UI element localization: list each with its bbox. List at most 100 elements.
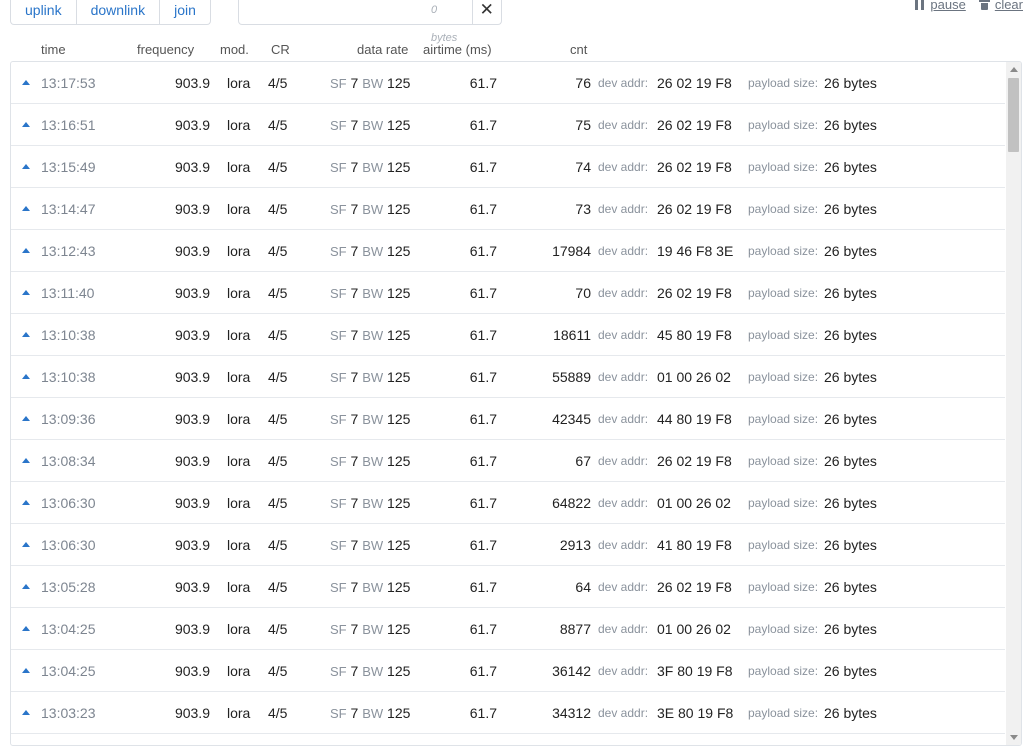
column-header-frequency: frequency <box>137 42 195 57</box>
row-modulation: lora <box>227 201 251 217</box>
payload-size-label: payload size: <box>748 244 819 258</box>
table-row[interactable]: 13:04:25 903.9 lora 4/5 SF 7 BW 125 61.7… <box>11 650 1005 692</box>
table-row[interactable]: 13:04:25 903.9 lora 4/5 SF 7 BW 125 61.7… <box>11 608 1005 650</box>
column-header-modulation: mod. <box>220 42 249 57</box>
row-modulation: lora <box>227 663 251 679</box>
pause-button[interactable]: pause <box>915 0 966 12</box>
row-time: 13:06:30 <box>41 495 96 511</box>
payload-size-label: payload size: <box>748 286 819 300</box>
row-bw: 125 <box>387 243 411 259</box>
row-modulation: lora <box>227 369 251 385</box>
payload-size-label: payload size: <box>748 538 819 552</box>
row-cr: 4/5 <box>268 495 288 511</box>
row-frequency: 903.9 <box>174 495 210 511</box>
table-row[interactable]: 13:06:30 903.9 lora 4/5 SF 7 BW 125 61.7… <box>11 524 1005 566</box>
row-cr: 4/5 <box>268 537 288 553</box>
row-payload-size: 26 bytes <box>824 621 877 637</box>
row-cr: 4/5 <box>268 75 288 91</box>
uplink-arrow-icon <box>22 80 30 85</box>
row-data-rate: SF 7 BW 125 <box>330 75 410 91</box>
row-time: 13:06:30 <box>41 537 96 553</box>
uplink-arrow-icon <box>22 458 30 463</box>
pause-label: pause <box>930 0 966 12</box>
scroll-up-arrow-icon[interactable] <box>1010 67 1018 72</box>
row-dev-addr: 3F 80 19 F8 <box>657 663 733 679</box>
uplink-arrow-icon <box>22 332 30 337</box>
table-row[interactable]: 13:06:30 903.9 lora 4/5 SF 7 BW 125 61.7… <box>11 482 1005 524</box>
row-sf: 7 <box>350 201 359 217</box>
row-cr: 4/5 <box>268 369 288 385</box>
filter-uplink-button[interactable]: uplink <box>11 0 76 24</box>
row-cr: 4/5 <box>268 453 288 469</box>
row-dev-addr: 26 02 19 F8 <box>657 117 732 133</box>
row-cr: 4/5 <box>268 621 288 637</box>
dev-addr-label: dev addr: <box>598 286 649 300</box>
row-bw: 125 <box>387 201 411 217</box>
uplink-arrow-icon <box>22 500 30 505</box>
bw-key: BW <box>362 160 384 175</box>
row-bw: 125 <box>387 453 411 469</box>
table-row[interactable]: 13:09:36 903.9 lora 4/5 SF 7 BW 125 61.7… <box>11 398 1005 440</box>
filter-join-button[interactable]: join <box>159 0 210 24</box>
row-bw: 125 <box>387 579 411 595</box>
row-payload-size: 26 bytes <box>824 705 877 721</box>
sf-key: SF <box>330 580 347 595</box>
table-row[interactable]: 13:10:38 903.9 lora 4/5 SF 7 BW 125 61.7… <box>11 314 1005 356</box>
row-data-rate: SF 7 BW 125 <box>330 285 410 301</box>
table-row[interactable]: 13:16:51 903.9 lora 4/5 SF 7 BW 125 61.7… <box>11 104 1005 146</box>
bw-key: BW <box>362 286 384 301</box>
table-row[interactable]: 13:08:34 903.9 lora 4/5 SF 7 BW 125 61.7… <box>11 440 1005 482</box>
scrollbar-thumb[interactable] <box>1008 78 1019 152</box>
table-row[interactable]: 13:15:49 903.9 lora 4/5 SF 7 BW 125 61.7… <box>11 146 1005 188</box>
row-modulation: lora <box>227 537 251 553</box>
payload-filter-input[interactable] <box>239 0 431 24</box>
payload-size-label: payload size: <box>748 706 819 720</box>
table-row[interactable]: 13:05:28 903.9 lora 4/5 SF 7 BW 125 61.7… <box>11 566 1005 608</box>
column-header-time: time <box>41 42 66 57</box>
table-row[interactable]: 13:17:53 903.9 lora 4/5 SF 7 BW 125 61.7… <box>11 62 1005 104</box>
row-cnt: 67 <box>575 453 591 469</box>
row-data-rate: SF 7 BW 125 <box>330 243 410 259</box>
bw-key: BW <box>362 496 384 511</box>
row-time: 13:17:53 <box>41 75 96 91</box>
row-frequency: 903.9 <box>174 327 210 343</box>
table-row[interactable]: 13:11:40 903.9 lora 4/5 SF 7 BW 125 61.7… <box>11 272 1005 314</box>
row-bw: 125 <box>387 369 411 385</box>
row-cnt: 73 <box>575 201 591 217</box>
row-data-rate: SF 7 BW 125 <box>330 411 410 427</box>
row-cr: 4/5 <box>268 201 288 217</box>
payload-size-label: payload size: <box>748 118 819 132</box>
filter-downlink-button[interactable]: downlink <box>75 0 159 24</box>
vertical-scrollbar[interactable] <box>1006 62 1021 745</box>
dev-addr-label: dev addr: <box>598 370 649 384</box>
row-airtime: 61.7 <box>469 201 497 217</box>
table-row[interactable]: 13:12:43 903.9 lora 4/5 SF 7 BW 125 61.7… <box>11 230 1005 272</box>
dev-addr-label: dev addr: <box>598 412 649 426</box>
row-frequency: 903.9 <box>174 243 210 259</box>
uplink-arrow-icon <box>22 374 30 379</box>
row-frequency: 903.9 <box>174 369 210 385</box>
direction-filter-group: uplink downlink join <box>10 0 211 25</box>
row-frequency: 903.9 <box>174 537 210 553</box>
row-cr: 4/5 <box>268 411 288 427</box>
row-time: 13:15:49 <box>41 159 96 175</box>
traffic-table: 13:17:53 903.9 lora 4/5 SF 7 BW 125 61.7… <box>10 61 1022 746</box>
clear-filter-button[interactable]: ✕ <box>471 0 501 24</box>
clear-button[interactable]: clear <box>978 0 1023 12</box>
row-frequency: 903.9 <box>174 411 210 427</box>
scroll-down-arrow-icon[interactable] <box>1010 735 1018 740</box>
row-time: 13:08:34 <box>41 453 96 469</box>
table-row[interactable]: 13:10:38 903.9 lora 4/5 SF 7 BW 125 61.7… <box>11 356 1005 398</box>
sf-key: SF <box>330 160 347 175</box>
uplink-arrow-icon <box>22 584 30 589</box>
row-dev-addr: 26 02 19 F8 <box>657 285 732 301</box>
row-cr: 4/5 <box>268 663 288 679</box>
row-sf: 7 <box>350 75 359 91</box>
dev-addr-label: dev addr: <box>598 664 649 678</box>
row-sf: 7 <box>350 243 359 259</box>
sf-key: SF <box>330 328 347 343</box>
table-row[interactable]: 13:03:23 903.9 lora 4/5 SF 7 BW 125 61.7… <box>11 692 1005 734</box>
dev-addr-label: dev addr: <box>598 202 649 216</box>
table-row[interactable]: 13:14:47 903.9 lora 4/5 SF 7 BW 125 61.7… <box>11 188 1005 230</box>
dev-addr-label: dev addr: <box>598 538 649 552</box>
